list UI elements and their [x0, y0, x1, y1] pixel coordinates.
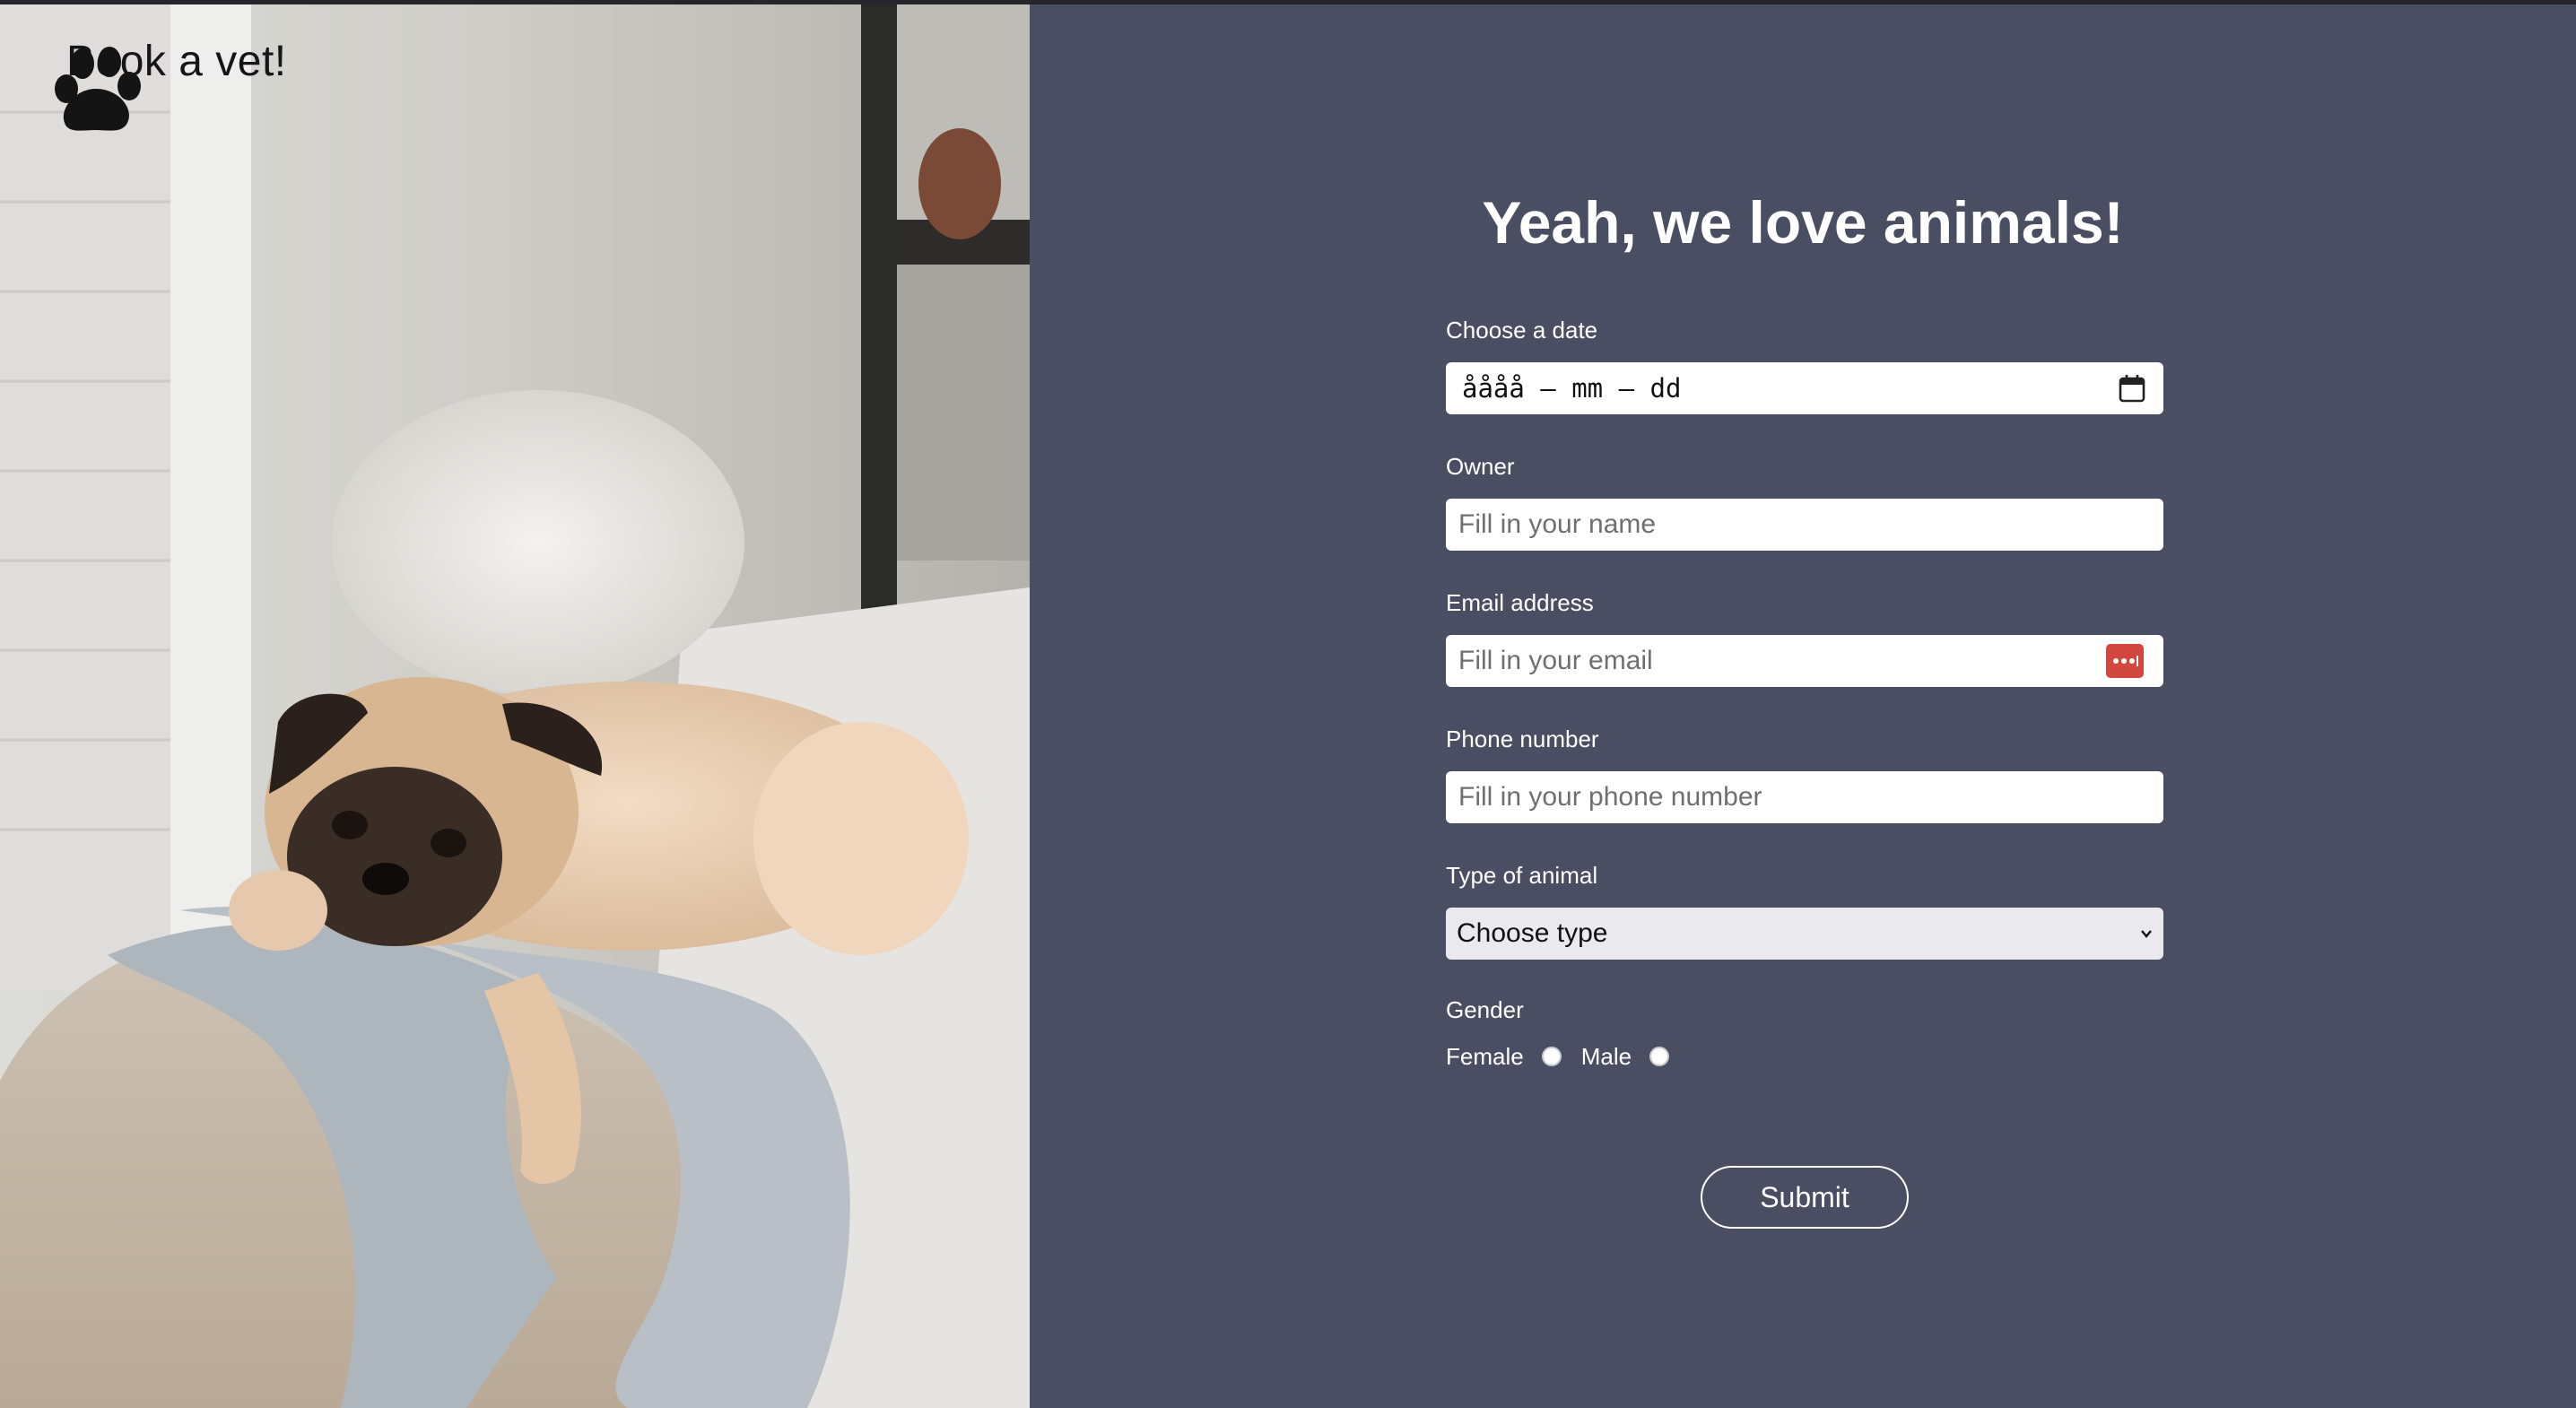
- gender-radio-male[interactable]: [1649, 1047, 1670, 1066]
- submit-button[interactable]: Submit: [1701, 1166, 1909, 1229]
- animal-type-selected: Choose type: [1457, 918, 1608, 948]
- phone-field: [1446, 771, 2163, 823]
- gender-label: Gender: [1446, 996, 1524, 1023]
- date-input-value: åååå – mm – dd: [1462, 373, 1682, 404]
- email-label: Email address: [1446, 589, 1594, 616]
- booking-page: Book a vet! Yeah, we love animals! Choos…: [0, 0, 2576, 1408]
- chevron-down-icon: [2141, 930, 2152, 938]
- gender-option-male-label: Male: [1580, 1042, 1632, 1070]
- owner-label: Owner: [1446, 453, 1515, 480]
- booking-form: Choose a date åååå – mm – dd Owner Email…: [1446, 314, 2163, 1074]
- paw-icon: [55, 47, 141, 131]
- hero-photo: Book a vet!: [0, 4, 1030, 1408]
- phone-input[interactable]: [1446, 771, 2163, 823]
- password-manager-icon[interactable]: [2106, 644, 2144, 678]
- date-label: Choose a date: [1446, 317, 1598, 343]
- pug-photo: [0, 4, 1030, 1408]
- email-input[interactable]: [1446, 635, 2163, 687]
- dots-icon: [2113, 656, 2138, 666]
- window-top-border: [0, 0, 2576, 4]
- owner-field: [1446, 499, 2163, 551]
- form-headline: Yeah, we love animals!: [1482, 189, 2124, 256]
- animal-type-label: Type of animal: [1446, 862, 1598, 889]
- gender-options: Female Male: [1446, 1039, 2163, 1074]
- email-field: [1446, 635, 2163, 687]
- phone-label: Phone number: [1446, 726, 1599, 752]
- owner-input[interactable]: [1446, 499, 2163, 551]
- animal-type-select[interactable]: Choose type: [1446, 908, 2163, 960]
- gender-radio-female[interactable]: [1541, 1047, 1562, 1066]
- brand-logo[interactable]: Book a vet!: [47, 37, 287, 131]
- gender-option-female-label: Female: [1446, 1042, 1524, 1070]
- calendar-icon[interactable]: [2119, 374, 2145, 403]
- date-input[interactable]: åååå – mm – dd: [1446, 362, 2163, 414]
- booking-form-panel: Yeah, we love animals! Choose a date ååå…: [1030, 4, 2576, 1408]
